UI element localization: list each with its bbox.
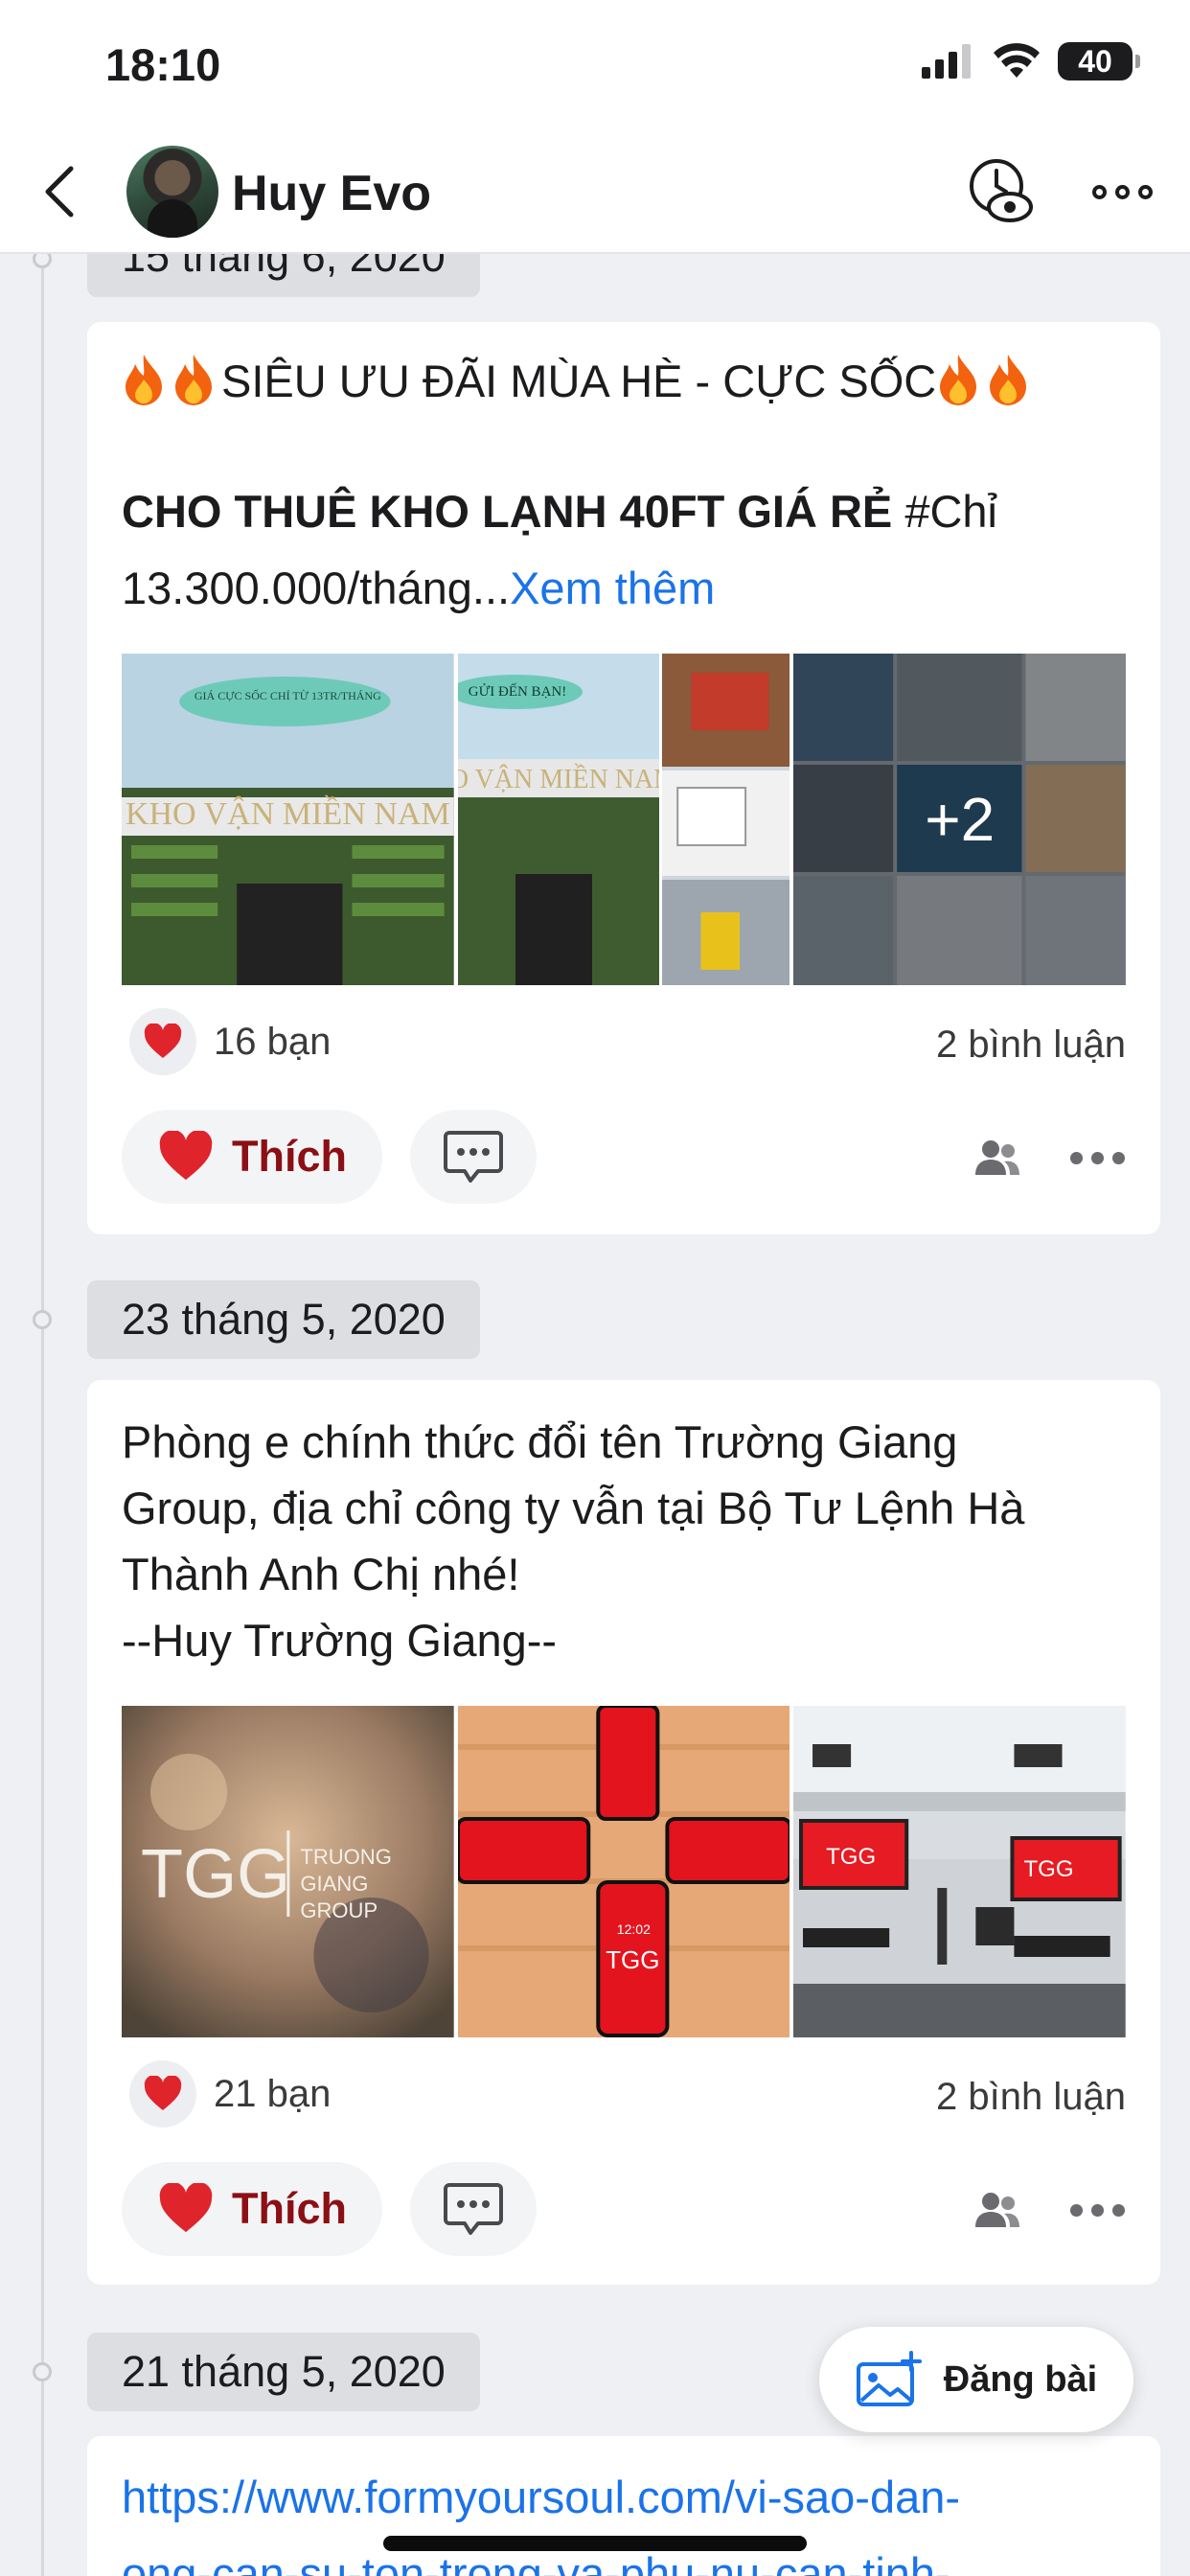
battery-indicator: 40 [1058, 42, 1140, 80]
more-images-count: +2 [793, 654, 1127, 985]
post-image-grid: GIÁ CỰC SỐC CHỈ TỪ 13TR/THÁNG KHO VẬN MI… [122, 654, 1127, 985]
like-button[interactable]: Thích [122, 1110, 382, 1204]
friends-icon[interactable] [973, 1138, 1021, 1177]
svg-text:GIANG: GIANG [300, 1872, 368, 1896]
svg-text:TGG: TGG [1024, 1856, 1074, 1882]
image-caption: GỬI ĐẾN BẠN! [468, 683, 565, 700]
post-line: Group, địa chỉ công ty vẫn tại Bộ Tư Lện… [122, 1483, 1025, 1533]
post-image[interactable]: TGG TRUONG GIANG GROUP [122, 1706, 454, 2037]
signal-icon [922, 44, 971, 79]
image-logo: TGG [141, 1836, 290, 1913]
svg-text:GROUP: GROUP [300, 1898, 378, 1922]
profile-name[interactable]: Huy Evo [232, 165, 431, 222]
heart-icon [159, 2183, 213, 2233]
comment-button[interactable] [410, 2162, 537, 2256]
svg-text:TGG: TGG [826, 1844, 876, 1870]
post-body: CHO THUÊ KHO LẠNH 40FT GIÁ RẺ #Chỉ 13.30… [122, 473, 997, 627]
post-body: Phòng e chính thức đổi tên Trường Giang … [122, 1409, 1024, 1673]
image-sign: O VẬN MIỀN NAM [458, 764, 659, 794]
see-more-link[interactable]: Xem thêm [510, 563, 715, 613]
image-sign: KHO VẬN MIỀN NAM [126, 795, 450, 832]
like-label: Thích [232, 1132, 347, 1181]
comment-count[interactable]: 2 bình luận [936, 1024, 1126, 1067]
reaction-count: 16 bạn [214, 1020, 332, 1063]
comment-icon [444, 1131, 503, 1183]
image-caption: GIÁ CỰC SỐC CHỈ TỪ 13TR/THÁNG [195, 688, 381, 702]
create-post-button[interactable]: Đăng bài [819, 2327, 1133, 2432]
reaction-summary[interactable]: 21 bạn [129, 2060, 331, 2128]
post-more-icon[interactable] [1070, 2204, 1128, 2218]
fire-icon [126, 355, 162, 405]
status-bar: 18:10 40 [0, 0, 1190, 125]
reaction-count: 21 bạn [214, 2072, 332, 2115]
post-card: SIÊU ƯU ĐÃI MÙA HÈ - CỰC SỐC CHO THUÊ KH… [87, 322, 1160, 1234]
post-body-line2: 13.300.000/tháng... [122, 563, 511, 613]
friends-icon[interactable] [973, 2191, 1021, 2229]
fire-icon [175, 355, 212, 405]
post-card: Phòng e chính thức đổi tên Trường Giang … [87, 1380, 1160, 2285]
post-image[interactable]: GIÁ CỰC SỐC CHỈ TỪ 13TR/THÁNG KHO VẬN MI… [122, 654, 454, 985]
reaction-summary[interactable]: 16 bạn [129, 1008, 331, 1075]
post-card: https://www.formyoursoul.com/vi-sao-dan-… [87, 2436, 1160, 2576]
comment-count[interactable]: 2 bình luận [936, 2076, 1126, 2119]
add-photo-icon [856, 2351, 922, 2406]
heart-icon [159, 1131, 213, 1181]
timeline-line [41, 254, 44, 2576]
like-label: Thích [232, 2184, 347, 2233]
timeline-dot [33, 2362, 52, 2381]
svg-text:TGG: TGG [606, 1945, 659, 1974]
post-date: 21 tháng 5, 2020 [87, 2333, 480, 2411]
heart-icon [129, 2060, 196, 2128]
post-title: SIÊU ƯU ĐÃI MÙA HÈ - CỰC SỐC [122, 343, 1036, 420]
heart-icon [129, 1008, 196, 1075]
status-icons: 40 [922, 42, 1140, 80]
svg-text:TRUONG: TRUONG [300, 1845, 391, 1869]
profile-header: Huy Evo [0, 125, 1190, 254]
more-icon[interactable] [1092, 172, 1161, 211]
post-line: Phòng e chính thức đổi tên Trường Giang [122, 1416, 958, 1467]
post-image-more[interactable]: +2 [793, 654, 1127, 985]
post-image-grid: TGG TRUONG GIANG GROUP 12:02 TGG TGG TGG [122, 1706, 1127, 2037]
like-button[interactable]: Thích [122, 2162, 382, 2256]
comment-button[interactable] [410, 1110, 537, 1204]
create-post-label: Đăng bài [943, 2358, 1098, 2400]
svg-text:12:02: 12:02 [616, 1921, 650, 1937]
timeline-dot [33, 1310, 52, 1329]
status-time: 18:10 [105, 39, 221, 90]
post-date: 23 tháng 5, 2020 [87, 1280, 480, 1359]
home-indicator [383, 2536, 807, 2551]
comment-icon [444, 2183, 503, 2235]
post-image[interactable]: TGG TGG [793, 1706, 1127, 2037]
clock-eye-icon[interactable] [966, 153, 1035, 226]
fire-icon [990, 355, 1027, 405]
fire-icon [940, 355, 977, 405]
post-link-line[interactable]: https://www.formyoursoul.com/vi-sao-dan- [122, 2459, 1137, 2536]
post-image[interactable]: 12:02 TGG [457, 1706, 790, 2037]
post-link[interactable]: https://www.formyoursoul.com/vi-sao-dan-… [122, 2459, 1137, 2576]
avatar[interactable] [126, 146, 218, 238]
post-line: Thành Anh Chị nhé! [122, 1549, 520, 1599]
post-line: --Huy Trường Giang-- [122, 1615, 558, 1666]
chevron-left-icon[interactable] [36, 163, 84, 220]
post-more-icon[interactable] [1070, 1152, 1128, 1165]
post-title-text: SIÊU ƯU ĐÃI MÙA HÈ - CỰC SỐC [221, 356, 937, 406]
post-image[interactable]: GỬI ĐẾN BẠN! O VẬN MIỀN NAM [457, 654, 790, 985]
post-body-bold: CHO THUÊ KHO LẠNH 40FT GIÁ RẺ [122, 486, 893, 537]
post-body-tail: #Chỉ [892, 486, 997, 537]
wifi-icon [994, 43, 1040, 78]
